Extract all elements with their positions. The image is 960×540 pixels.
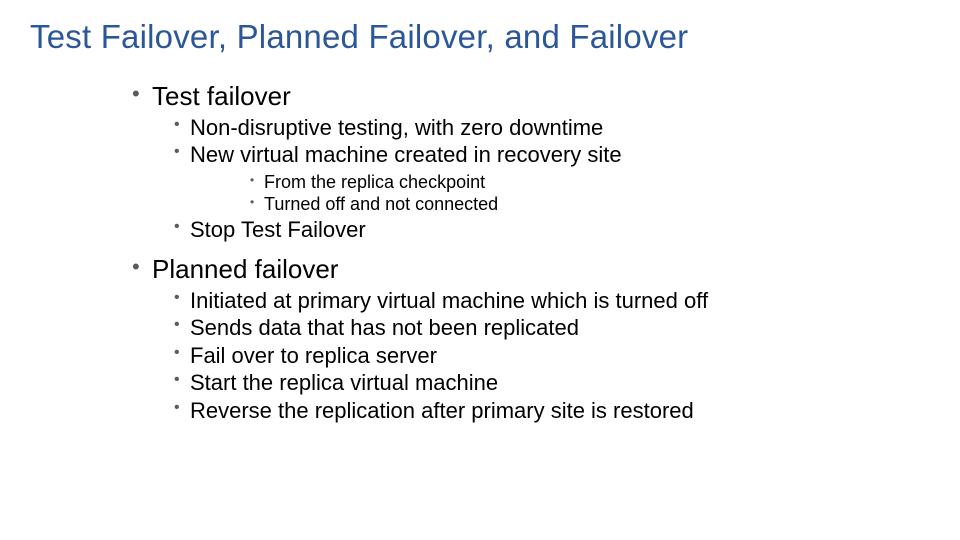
item-text: Turned off and not connected <box>264 194 498 214</box>
item-text: Stop Test Failover <box>190 217 366 242</box>
list-item: From the replica checkpoint <box>190 171 922 194</box>
list-item: Reverse the replication after primary si… <box>152 397 922 425</box>
slide-body: Test failover Non-disruptive testing, wi… <box>132 78 922 424</box>
list-item: Fail over to replica server <box>152 342 922 370</box>
outline-level-2: Initiated at primary virtual machine whi… <box>152 287 922 425</box>
item-text: Fail over to replica server <box>190 343 437 368</box>
item-text: Reverse the replication after primary si… <box>190 398 694 423</box>
section-label: Planned failover <box>152 254 338 284</box>
list-item: Turned off and not connected <box>190 193 922 216</box>
outline-level-2: Non-disruptive testing, with zero downti… <box>152 114 922 244</box>
list-item: Stop Test Failover <box>152 216 922 244</box>
outline-level-3: From the replica checkpoint Turned off a… <box>190 171 922 216</box>
list-item: Non-disruptive testing, with zero downti… <box>152 114 922 142</box>
outline-level-1: Test failover Non-disruptive testing, wi… <box>132 80 922 424</box>
list-item: New virtual machine created in recovery … <box>152 141 922 216</box>
section-label: Test failover <box>152 81 291 111</box>
item-text: Initiated at primary virtual machine whi… <box>190 288 708 313</box>
slide: Test Failover, Planned Failover, and Fai… <box>0 0 960 540</box>
section-test-failover: Test failover Non-disruptive testing, wi… <box>132 80 922 243</box>
item-text: New virtual machine created in recovery … <box>190 142 622 167</box>
item-text: Sends data that has not been replicated <box>190 315 579 340</box>
item-text: Non-disruptive testing, with zero downti… <box>190 115 603 140</box>
item-text: From the replica checkpoint <box>264 172 485 192</box>
section-planned-failover: Planned failover Initiated at primary vi… <box>132 253 922 424</box>
item-text: Start the replica virtual machine <box>190 370 498 395</box>
slide-title: Test Failover, Planned Failover, and Fai… <box>30 18 688 56</box>
list-item: Initiated at primary virtual machine whi… <box>152 287 922 315</box>
list-item: Start the replica virtual machine <box>152 369 922 397</box>
list-item: Sends data that has not been replicated <box>152 314 922 342</box>
